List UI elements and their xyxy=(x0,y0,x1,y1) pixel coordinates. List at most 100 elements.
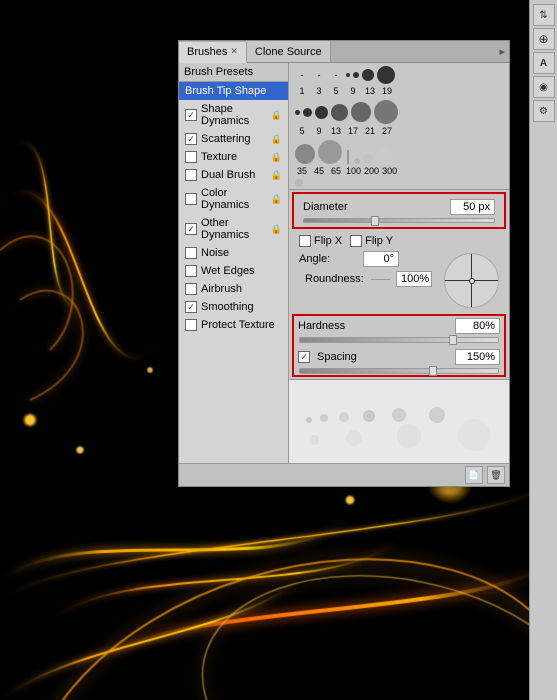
brush-menu-item-airbrush[interactable]: Airbrush xyxy=(179,280,288,298)
preset-dot-medium xyxy=(362,69,374,81)
airbrush-checkbox[interactable] xyxy=(185,283,197,295)
brush-menu-item-scattering[interactable]: ✓ Scattering 🔒 xyxy=(179,130,288,148)
roundness-value[interactable]: 100% xyxy=(396,271,432,287)
preset-n27[interactable]: 27 xyxy=(380,126,394,136)
eye-button[interactable]: ◉ xyxy=(533,76,555,98)
delete-preset-button[interactable]: 🗑 xyxy=(487,466,505,484)
tab-clone-source[interactable]: Clone Source xyxy=(247,41,331,62)
preset-n5b[interactable]: 5 xyxy=(295,126,309,136)
preset-numbers-row-2: 5 9 13 17 21 27 xyxy=(291,125,507,137)
arrows-button[interactable]: ⇅ xyxy=(533,4,555,26)
preset-n19[interactable]: 19 xyxy=(380,86,394,96)
flip-angle-section: Flip X Flip Y Angle: 0° Roundnes xyxy=(289,231,509,312)
angle-row: Angle: 0° xyxy=(299,251,438,267)
diameter-slider-thumb[interactable] xyxy=(371,216,379,226)
preset-row-1: - - - xyxy=(291,65,507,85)
preset-n45[interactable]: 45 xyxy=(312,166,326,176)
brush-menu-item-protect-texture[interactable]: Protect Texture xyxy=(179,316,288,334)
noise-checkbox[interactable] xyxy=(185,247,197,259)
flip-x-item: Flip X xyxy=(299,235,342,247)
spacing-slider-track[interactable] xyxy=(299,368,499,374)
preset-n1[interactable]: 1 xyxy=(295,86,309,96)
diameter-slider-track[interactable] xyxy=(303,218,495,223)
protect-texture-checkbox[interactable] xyxy=(185,319,197,331)
hardness-value[interactable]: 80% xyxy=(455,318,500,334)
diameter-inner: Diameter 50 px xyxy=(294,194,504,227)
brush-menu-item-wet-edges[interactable]: Wet Edges xyxy=(179,262,288,280)
preset-n9b[interactable]: 9 xyxy=(312,126,326,136)
spacing-checkbox[interactable]: ✓ xyxy=(298,351,310,363)
brush-menu-item-shape-dynamics[interactable]: ✓ Shape Dynamics 🔒 xyxy=(179,100,288,130)
preset-n300[interactable]: 300 xyxy=(382,166,397,176)
flip-y-item: Flip Y xyxy=(350,235,393,247)
scattering-checkbox[interactable]: ✓ xyxy=(185,133,197,145)
type-button[interactable]: A xyxy=(533,52,555,74)
panel-content: Brush Presets Brush Tip Shape ✓ Shape Dy… xyxy=(179,63,509,463)
preset-n13b[interactable]: 13 xyxy=(329,126,343,136)
flip-x-checkbox[interactable] xyxy=(299,235,311,247)
preset-dot-r3-5 xyxy=(376,148,392,164)
preset-dot-r2-6 xyxy=(374,100,398,124)
brushes-panel: Brushes ✕ Clone Source ▸ Brush Presets B… xyxy=(178,40,510,487)
angle-value[interactable]: 0° xyxy=(363,251,399,267)
hardness-label: Hardness xyxy=(298,320,451,332)
dual-brush-label: Dual Brush xyxy=(201,169,255,181)
preset-dot-small xyxy=(353,72,359,78)
preset-dot-r2-5 xyxy=(351,102,371,122)
preset-dot-r3-1 xyxy=(295,144,315,164)
texture-label: Texture xyxy=(201,151,237,163)
preset-n65[interactable]: 65 xyxy=(329,166,343,176)
preset-dot-r2-1 xyxy=(295,110,300,115)
wet-edges-checkbox[interactable] xyxy=(185,265,197,277)
texture-checkbox[interactable] xyxy=(185,151,197,163)
brush-menu-item-smoothing[interactable]: ✓ Smoothing xyxy=(179,298,288,316)
brush-menu-item-tip-shape[interactable]: Brush Tip Shape xyxy=(179,82,288,100)
preset-n3[interactable]: 3 xyxy=(312,86,326,96)
hardness-spacing-section: Hardness 80% ✓ Spacing 150% xyxy=(292,314,506,377)
preset-dot-tiny xyxy=(346,73,350,77)
zoom-button[interactable]: ⊕ xyxy=(533,28,555,50)
preset-n100[interactable]: 100 xyxy=(346,166,361,176)
new-preset-button[interactable]: 📄 xyxy=(465,466,483,484)
other-dynamics-checkbox[interactable]: ✓ xyxy=(185,223,197,235)
brush-menu-item-other-dynamics[interactable]: ✓ Other Dynamics 🔒 xyxy=(179,214,288,244)
preset-dot-r3-2 xyxy=(318,140,342,164)
tab-brushes[interactable]: Brushes ✕ xyxy=(179,42,247,63)
dual-brush-checkbox[interactable] xyxy=(185,169,197,181)
hardness-slider-thumb[interactable] xyxy=(449,335,457,345)
preset-n21[interactable]: 21 xyxy=(363,126,377,136)
diameter-row: Diameter 50 px xyxy=(299,197,499,217)
preset-row-3 xyxy=(291,139,507,165)
brush-menu-item-texture[interactable]: Texture 🔒 xyxy=(179,148,288,166)
preset-n9[interactable]: 9 xyxy=(346,86,360,96)
tab-expand-button[interactable]: ▸ xyxy=(495,45,509,58)
preset-n5[interactable]: 5 xyxy=(329,86,343,96)
preset-row-2 xyxy=(291,99,507,125)
color-dynamics-lock-icon: 🔒 xyxy=(271,194,282,205)
crosshair-circle[interactable] xyxy=(444,253,499,308)
brush-menu-item-color-dynamics[interactable]: Color Dynamics 🔒 xyxy=(179,184,288,214)
brush-settings: - - - 1 3 5 9 13 19 xyxy=(289,63,509,463)
hardness-slider-track[interactable] xyxy=(299,337,499,343)
spacing-value[interactable]: 150% xyxy=(455,349,500,365)
spacing-slider-thumb[interactable] xyxy=(429,366,437,376)
smoothing-checkbox[interactable]: ✓ xyxy=(185,301,197,313)
preset-n13[interactable]: 13 xyxy=(363,86,377,96)
brush-menu-item-dual-brush[interactable]: Dual Brush 🔒 xyxy=(179,166,288,184)
color-dynamics-checkbox[interactable] xyxy=(185,193,197,205)
flip-y-checkbox[interactable] xyxy=(350,235,362,247)
preset-n35[interactable]: 35 xyxy=(295,166,309,176)
brush-preview-svg xyxy=(289,380,509,463)
presets-area: - - - 1 3 5 9 13 19 xyxy=(289,63,509,190)
preset-n17[interactable]: 17 xyxy=(346,126,360,136)
preset-dot-r2-4 xyxy=(331,104,348,121)
brush-menu-item-noise[interactable]: Noise xyxy=(179,244,288,262)
settings-button[interactable]: ⚙ xyxy=(533,100,555,122)
brush-menu-items[interactable]: Brush Tip Shape ✓ Shape Dynamics 🔒 ✓ Sca… xyxy=(179,82,288,463)
tab-close-brushes[interactable]: ✕ xyxy=(230,46,238,57)
preset-n200[interactable]: 200 xyxy=(364,166,379,176)
diameter-value[interactable]: 50 px xyxy=(450,199,495,215)
shape-dynamics-checkbox[interactable]: ✓ xyxy=(185,109,197,121)
airbrush-label: Airbrush xyxy=(201,283,242,295)
crosshair-center-dot xyxy=(469,278,475,284)
